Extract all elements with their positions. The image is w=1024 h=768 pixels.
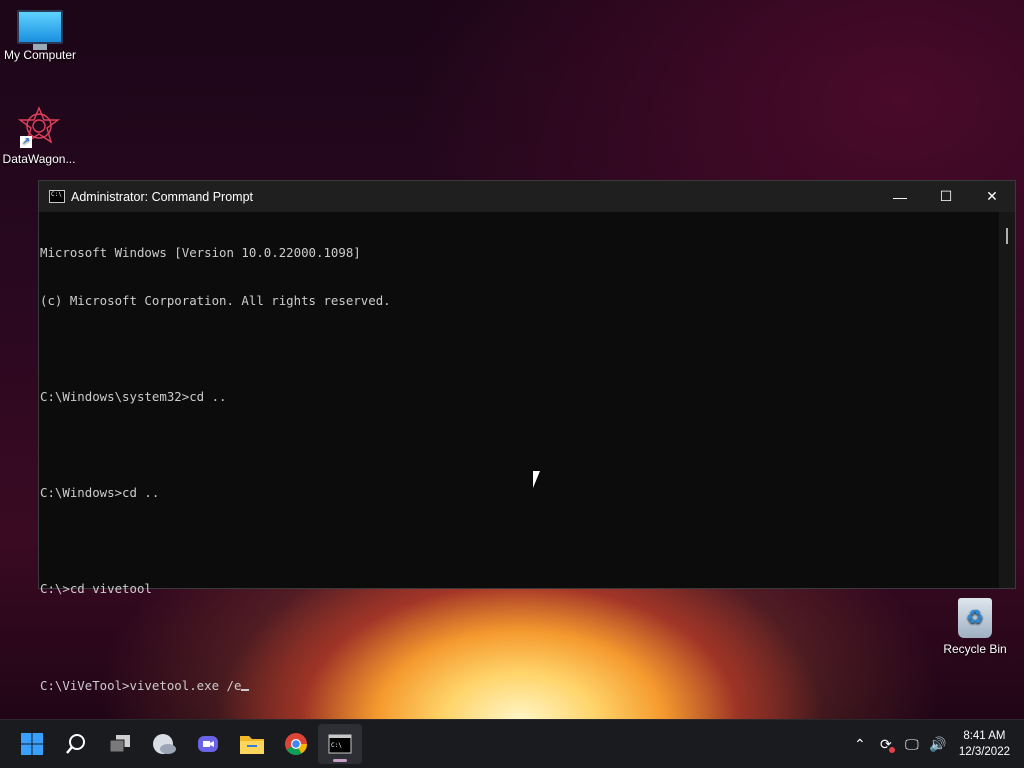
console-line: C:\>cd vivetool xyxy=(40,581,152,596)
minimize-button[interactable]: — xyxy=(877,181,923,212)
task-view-button[interactable] xyxy=(98,724,142,764)
windows-icon xyxy=(21,733,43,755)
folder-icon xyxy=(240,736,264,754)
taskbar: C:\ ⌃ ⟳ 🖵 🔊 8:41 AM 12/3/2022 xyxy=(0,719,1024,768)
monitor-icon xyxy=(17,10,63,50)
clock-time: 8:41 AM xyxy=(963,730,1006,742)
console-line: (c) Microsoft Corporation. All rights re… xyxy=(40,293,391,308)
desktop-icon-label: My Computer xyxy=(3,48,77,62)
command-prompt-taskbar-button[interactable]: C:\ xyxy=(318,724,362,764)
console-input-line[interactable]: C:\ViVeTool>vivetool.exe /e xyxy=(40,677,999,693)
console-line: Microsoft Windows [Version 10.0.22000.10… xyxy=(40,245,361,260)
vertical-scrollbar[interactable] xyxy=(999,212,1015,588)
cmd-icon: C:\ xyxy=(328,734,352,754)
chrome-button[interactable] xyxy=(274,724,318,764)
console-line: C:\Windows\system32>cd .. xyxy=(40,389,227,404)
window-titlebar[interactable]: Administrator: Command Prompt — ☐ ✕ xyxy=(39,181,1015,212)
desktop-icon-datawagon[interactable]: ↗ DataWagon... xyxy=(0,106,79,166)
svg-text:C:\: C:\ xyxy=(331,742,342,749)
file-explorer-button[interactable] xyxy=(230,724,274,764)
widgets-button[interactable] xyxy=(142,724,186,764)
maximize-button[interactable]: ☐ xyxy=(923,181,969,212)
text-cursor xyxy=(241,677,250,691)
chat-button[interactable] xyxy=(186,724,230,764)
update-icon[interactable]: ⟳ xyxy=(873,736,899,753)
weather-icon xyxy=(153,734,176,754)
mouse-pointer-icon xyxy=(533,471,545,488)
start-button[interactable] xyxy=(10,724,54,764)
shortcut-arrow-icon: ↗ xyxy=(20,136,32,148)
chrome-icon xyxy=(285,733,307,755)
window-title: Administrator: Command Prompt xyxy=(71,189,254,204)
clock[interactable]: 8:41 AM 12/3/2022 xyxy=(951,728,1024,760)
console-command: C:\ViVeTool>vivetool.exe /e xyxy=(40,678,242,693)
chat-icon xyxy=(198,736,218,752)
search-icon xyxy=(66,734,85,754)
datawagon-icon: ↗ xyxy=(16,106,62,148)
search-button[interactable] xyxy=(54,724,98,764)
cmd-icon xyxy=(49,190,65,203)
system-tray: ⌃ ⟳ 🖵 🔊 8:41 AM 12/3/2022 xyxy=(847,720,1024,768)
console-line: C:\Windows>cd .. xyxy=(40,485,160,500)
console-output[interactable]: Microsoft Windows [Version 10.0.22000.10… xyxy=(39,212,999,693)
network-icon[interactable]: 🖵 xyxy=(899,736,925,753)
task-view-icon xyxy=(109,735,130,753)
scrollbar-thumb[interactable] xyxy=(1006,228,1008,244)
clock-date: 12/3/2022 xyxy=(958,746,1010,758)
desktop-icon-label: DataWagon... xyxy=(2,152,76,166)
close-button[interactable]: ✕ xyxy=(969,181,1015,212)
command-prompt-window[interactable]: Administrator: Command Prompt — ☐ ✕ Micr… xyxy=(38,180,1016,693)
volume-icon[interactable]: 🔊 xyxy=(925,736,951,753)
chevron-up-icon[interactable]: ⌃ xyxy=(847,736,873,753)
desktop-icon-my-computer[interactable]: My Computer xyxy=(0,10,80,62)
